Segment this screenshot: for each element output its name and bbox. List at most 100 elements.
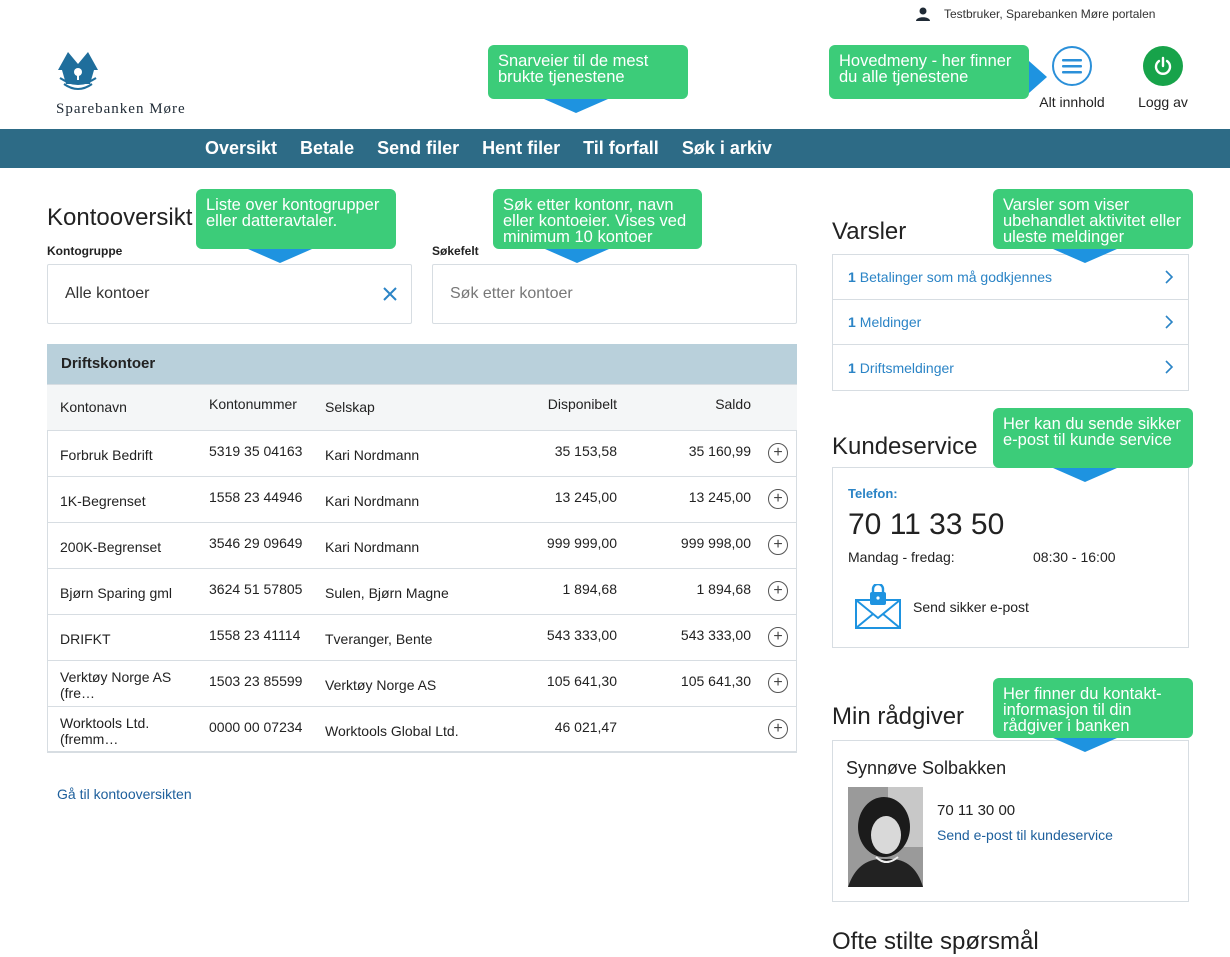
arrow-right-icon [1029, 61, 1047, 93]
callout-text: Varsler som viser ubehandlet aktivitet e… [1003, 196, 1181, 246]
cell-saldo [617, 706, 751, 753]
arrow-down-icon [544, 99, 608, 113]
secure-envelope-icon [855, 584, 901, 629]
alert-messages[interactable]: 1 Meldinger [833, 300, 1188, 345]
cell-kontonummer: 1558 23 44946 [209, 476, 325, 523]
callout-text: Søk etter kontonr, navn eller kontoeier.… [503, 196, 687, 246]
arrow-down-icon [248, 249, 312, 263]
callout-advisor: Her finner du kontakt-informasjon til di… [993, 678, 1193, 752]
cell-disponibelt: 13 245,00 [487, 476, 617, 523]
table-row[interactable]: Forbruk Bedrift 5319 35 04163 Kari Nordman… [47, 430, 797, 477]
nav-til-forfall[interactable]: Til forfall [583, 138, 659, 159]
callout-text: Snarveier til de mest brukte tjenestene [498, 52, 649, 86]
cell-kontonavn: Bjørn Sparing gml [47, 568, 209, 615]
callout-alerts: Varsler som viser ubehandlet aktivitet e… [993, 189, 1193, 263]
cell-kontonummer: 0000 00 07234 [209, 706, 325, 753]
cell-disponibelt: 46 021,47 [487, 706, 617, 753]
alert-operations[interactable]: 1 Driftsmeldinger [833, 345, 1188, 390]
bank-logo[interactable]: Sparebanken Møre [56, 48, 206, 118]
arrow-down-icon [545, 249, 609, 263]
callout-shortcuts: Snarveier til de mest brukte tjenestene [488, 45, 688, 113]
cell-kontonummer: 3546 29 09649 [209, 522, 325, 569]
table-row[interactable]: DRIFKT 1558 23 41114 Tveranger, Bente 543 3… [47, 614, 797, 661]
go-to-overview-link[interactable]: Gå til kontooversikten [57, 786, 192, 802]
power-icon [1143, 46, 1183, 86]
expand-plus-icon[interactable]: + [768, 489, 788, 509]
table-row[interactable]: 200K-Begrenset 3546 29 09649 Kari Nordmann… [47, 522, 797, 569]
alert-label: Driftsmeldinger [859, 359, 954, 376]
table-row[interactable]: Verktøy Norge AS (fre… 1503 23 85599 Verkt… [47, 660, 797, 707]
cell-kontonavn: 1K-Begrenset [47, 476, 209, 523]
advisor-email-link[interactable]: Send e-post til kundeservice [937, 827, 1113, 843]
secure-email-button[interactable]: Send sikker e-post [855, 584, 1029, 630]
service-hours: 08:30 - 16:00 [1033, 549, 1116, 565]
expand-plus-icon[interactable]: + [768, 673, 788, 693]
cell-disponibelt: 999 999,00 [487, 522, 617, 569]
col-selskap: Selskap [325, 384, 487, 431]
table-row[interactable]: Worktools Ltd. (fremm… 0000 00 07234 Workt… [47, 706, 797, 753]
cell-disponibelt: 105 641,30 [487, 660, 617, 707]
cell-kontonavn: DRIFKT [47, 614, 209, 661]
group-select-value: Alle kontoer [65, 285, 150, 302]
nav-betale[interactable]: Betale [300, 138, 354, 159]
service-box: Telefon: 70 11 33 50 Mandag - fredag: 08… [832, 467, 1189, 648]
chevron-right-icon [1165, 270, 1174, 284]
cell-kontonavn: Verktøy Norge AS (fre… [47, 660, 209, 707]
cell-saldo: 13 245,00 [617, 476, 751, 523]
cell-kontonummer: 1503 23 85599 [209, 660, 325, 707]
all-content-label: Alt innhold [1039, 94, 1105, 110]
cell-saldo: 543 333,00 [617, 614, 751, 661]
expand-plus-icon[interactable]: + [768, 719, 788, 739]
nav-send-filer[interactable]: Send filer [377, 138, 459, 159]
callout-text: Her kan du sende sikker e-post til kunde… [1003, 415, 1181, 449]
nav-sok-i-arkiv[interactable]: Søk i arkiv [682, 138, 772, 159]
cell-selskap: Sulen, Bjørn Magne [325, 568, 487, 615]
expand-plus-icon[interactable]: + [768, 535, 788, 555]
callout-text: Hovedmeny - her finner du alle tjenesten… [839, 52, 1012, 86]
advisor-box: Synnøve Solbakken 70 11 30 00 Send e-pos… [832, 740, 1189, 902]
logout-button[interactable]: Logg av [1130, 46, 1196, 110]
nav-oversikt[interactable]: Oversikt [205, 138, 277, 159]
alert-payments[interactable]: 1 Betalinger som må godkjennes [833, 255, 1188, 300]
table-row[interactable]: 1K-Begrenset 1558 23 44946 Kari Nordmann 13… [47, 476, 797, 523]
col-saldo: Saldo [617, 384, 751, 431]
group-select[interactable]: Alle kontoer [47, 264, 412, 324]
phone-label: Telefon: [848, 486, 898, 501]
cell-kontonavn: 200K-Begrenset [47, 522, 209, 569]
cell-selskap: Worktools Global Ltd. [325, 706, 487, 753]
col-kontonummer: Kontonummer [209, 384, 325, 431]
callout-service: Her kan du sende sikker e-post til kunde… [993, 408, 1193, 482]
cell-kontonummer: 5319 35 04163 [209, 430, 325, 477]
cell-disponibelt: 35 153,58 [487, 430, 617, 477]
service-title: Kundeservice [832, 433, 978, 460]
advisor-phone: 70 11 30 00 [937, 802, 1016, 819]
faq-title: Ofte stilte spørsmål [832, 928, 1039, 955]
cell-saldo: 105 641,30 [617, 660, 751, 707]
clear-icon[interactable] [383, 287, 397, 301]
table-row[interactable]: Bjørn Sparing gml 3624 51 57805 Sulen, Bjø… [47, 568, 797, 615]
hamburger-menu-icon [1052, 46, 1092, 86]
overview-title: Kontooversikt [47, 204, 193, 231]
user-icon [916, 7, 930, 21]
service-days: Mandag - fredag: [848, 549, 955, 565]
expand-plus-icon[interactable]: + [768, 443, 788, 463]
main-nav: Oversikt Betale Send filer Hent filer Ti… [0, 129, 1230, 168]
cell-disponibelt: 543 333,00 [487, 614, 617, 661]
nav-hent-filer[interactable]: Hent filer [482, 138, 560, 159]
user-name: Testbruker, Sparebanken Møre portalen [944, 7, 1156, 21]
callout-groups: Liste over kontogrupper eller datteravta… [196, 189, 396, 263]
cell-saldo: 35 160,99 [617, 430, 751, 477]
cell-selskap: Kari Nordmann [325, 476, 487, 523]
callout-mainmenu: Hovedmeny - her finner du alle tjenesten… [829, 45, 1047, 99]
alert-count: 1 [848, 314, 856, 330]
user-bar: Testbruker, Sparebanken Møre portalen [916, 2, 1155, 26]
advisor-name: Synnøve Solbakken [846, 758, 1007, 778]
logout-label: Logg av [1138, 94, 1188, 110]
expand-plus-icon[interactable]: + [768, 581, 788, 601]
account-search-input[interactable] [450, 285, 796, 303]
expand-plus-icon[interactable]: + [768, 627, 788, 647]
cell-kontonummer: 1558 23 41114 [209, 614, 325, 661]
cell-kontonummer: 3624 51 57805 [209, 568, 325, 615]
arrow-down-icon [1053, 738, 1117, 752]
chevron-right-icon [1165, 360, 1174, 374]
